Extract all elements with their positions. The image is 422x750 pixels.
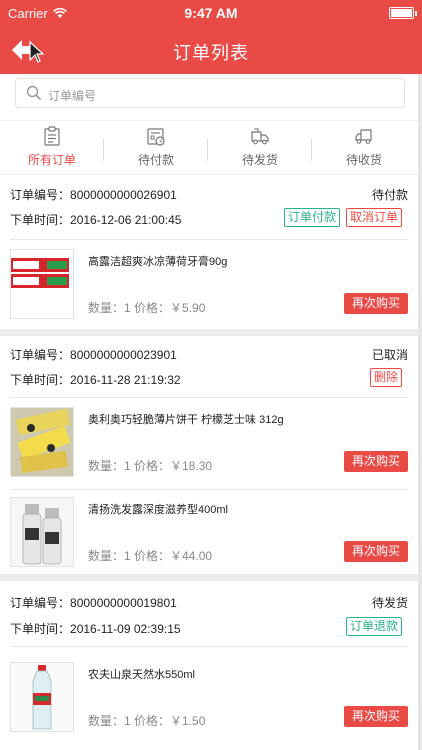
wallet-icon: ￥: [147, 128, 165, 146]
search-placeholder: 订单编号: [48, 89, 97, 103]
order-item[interactable]: 农夫山泉天然水550ml 数量：1 价格：￥1.50 再次购买: [0, 656, 418, 744]
order-number-label: 订单编号：: [10, 596, 71, 610]
clipboard-icon: [44, 126, 60, 146]
buy-again-button[interactable]: 再次购买: [344, 293, 408, 314]
truck-icon: [355, 129, 372, 144]
order-time-row: 下单时间：2016-11-28 21:19:32: [10, 371, 181, 388]
card-gap: [0, 574, 418, 581]
tab-label: 待收货: [345, 153, 382, 167]
order-number-label: 订单编号：: [10, 188, 71, 202]
divider: [10, 239, 408, 240]
battery-icon: [389, 7, 417, 19]
order-number-row: 订单编号：8000000000023901: [10, 346, 177, 363]
order-time-row: 下单时间：2016-11-09 02:39:15: [10, 620, 181, 637]
order-number-label: 订单编号：: [10, 348, 71, 362]
product-image-biscuits: [10, 407, 74, 477]
order-card: 订单编号：8000000000026901 待付款 下单时间：2016-12-0…: [0, 177, 418, 329]
product-image-toothpaste: [10, 249, 74, 319]
status-bar: Carrier 9:47 AM: [0, 0, 422, 26]
order-list-page: 订单编号 所有订单 ￥ 待付款 待发货 待收货 订单编号：80000000000…: [0, 74, 418, 750]
tab-pending-payment[interactable]: ￥ 待付款: [104, 121, 208, 176]
order-filter-tabs: 所有订单 ￥ 待付款 待发货 待收货: [0, 120, 418, 175]
svg-text:￥: ￥: [158, 138, 164, 145]
divider: [10, 397, 408, 398]
card-gap: [0, 329, 418, 336]
divider: [10, 489, 408, 490]
buy-again-button[interactable]: 再次购买: [344, 451, 408, 472]
order-time-row: 下单时间：2016-12-06 21:00:45: [10, 211, 181, 228]
nav-bar: 订单列表: [0, 26, 422, 74]
tab-label: 待付款: [137, 153, 174, 167]
search-icon: [26, 85, 42, 101]
quantity-price: 数量：1 价格：￥5.90: [88, 301, 206, 315]
divider: [10, 646, 408, 647]
tab-label: 所有订单: [27, 153, 76, 167]
page-title: 订单列表: [173, 43, 249, 63]
order-time: 2016-11-09 02:39:15: [70, 622, 181, 636]
order-number-row: 订单编号：8000000000019801: [10, 594, 177, 611]
order-status: 待付款: [371, 188, 408, 202]
quantity-price: 数量：1 价格：￥18.30: [88, 459, 213, 473]
search-bar: 订单编号: [0, 74, 418, 114]
buy-again-button[interactable]: 再次购买: [344, 706, 408, 727]
product-name: 高露洁超爽冰凉薄荷牙膏90g: [88, 256, 228, 268]
order-status: 已取消: [371, 348, 408, 362]
order-time-label: 下单时间：: [10, 373, 71, 387]
order-time: 2016-11-28 21:19:32: [70, 373, 181, 387]
order-number: 8000000000026901: [70, 188, 177, 202]
order-number-row: 订单编号：8000000000026901: [10, 186, 177, 203]
order-card: 订单编号：8000000000019801 待发货 下单时间：2016-11-0…: [0, 574, 418, 750]
order-item[interactable]: 高露洁超爽冰凉薄荷牙膏90g 数量：1 价格：￥5.90 再次购买: [0, 243, 418, 331]
quantity-price: 数量：1 价格：￥1.50: [88, 714, 206, 728]
scrollbar[interactable]: [418, 74, 422, 750]
order-status: 待发货: [371, 596, 408, 610]
order-number: 8000000000023901: [70, 348, 177, 362]
cancel-order-button[interactable]: 取消订单: [346, 208, 403, 227]
delete-order-button[interactable]: 删除: [370, 368, 403, 387]
tab-all-orders[interactable]: 所有订单: [0, 121, 104, 176]
tab-pending-receipt[interactable]: 待收货: [312, 121, 416, 176]
product-image-shampoo: [10, 497, 74, 567]
product-name: 奥利奥巧轻脆薄片饼干 柠檬芝士味 312g: [88, 414, 284, 426]
package-truck-icon: [251, 128, 269, 145]
order-card: 订单编号：8000000000023901 已取消 下单时间：2016-11-2…: [0, 329, 418, 572]
tab-pending-shipment[interactable]: 待发货: [208, 121, 312, 176]
order-time-label: 下单时间：: [10, 213, 71, 227]
pay-order-button[interactable]: 订单付款: [284, 208, 341, 227]
product-name: 农夫山泉天然水550ml: [88, 669, 195, 681]
product-name: 清扬洗发露深度滋养型400ml: [88, 504, 228, 516]
tab-label: 待发货: [241, 153, 278, 167]
buy-again-button[interactable]: 再次购买: [344, 541, 408, 562]
order-number: 8000000000019801: [70, 596, 177, 610]
quantity-price: 数量：1 价格：￥44.00: [88, 549, 213, 563]
order-item[interactable]: 清扬洗发露深度滋养型400ml 数量：1 价格：￥44.00 再次购买: [0, 491, 418, 579]
search-input[interactable]: 订单编号: [15, 78, 405, 108]
order-time-label: 下单时间：: [10, 622, 71, 636]
clock: 9:47 AM: [184, 5, 238, 21]
order-item[interactable]: 奥利奥巧轻脆薄片饼干 柠檬芝士味 312g 数量：1 价格：￥18.30 再次购…: [0, 401, 418, 489]
refund-order-button[interactable]: 订单退款: [346, 617, 403, 636]
order-time: 2016-12-06 21:00:45: [70, 213, 182, 227]
product-image-water: [10, 662, 74, 732]
